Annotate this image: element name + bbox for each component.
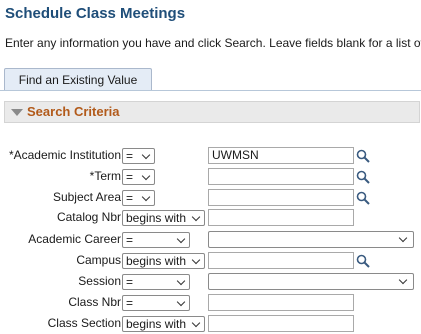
chevron-down-icon xyxy=(141,171,151,181)
academic-career-select[interactable] xyxy=(208,231,414,248)
chevron-down-icon xyxy=(176,297,186,307)
catalog-nbr-input[interactable] xyxy=(208,209,354,226)
chevron-down-icon xyxy=(176,234,186,244)
chevron-down-icon xyxy=(398,233,408,243)
campus-label: Campus xyxy=(76,253,121,267)
academic-institution-label: *Academic Institution xyxy=(8,148,121,162)
class-section-input[interactable] xyxy=(208,315,354,332)
magnifier-icon[interactable] xyxy=(356,191,370,205)
academic-career-operator-value: = xyxy=(126,233,134,247)
campus-operator[interactable]: begins with xyxy=(122,253,205,269)
chevron-down-icon xyxy=(141,150,151,160)
search-criteria-title: Search Criteria xyxy=(27,104,120,119)
catalog-nbr-label: Catalog Nbr xyxy=(56,210,121,224)
class-section-operator[interactable]: begins with xyxy=(122,316,205,332)
subject-area-operator-value: = xyxy=(126,191,134,205)
magnifier-icon[interactable] xyxy=(356,254,370,268)
catalog-nbr-operator-value: begins with xyxy=(126,211,187,225)
magnifier-icon[interactable] xyxy=(356,149,370,163)
session-select[interactable] xyxy=(208,273,414,290)
chevron-down-icon xyxy=(191,255,201,265)
term-operator[interactable]: = xyxy=(122,169,155,185)
academic-institution-input[interactable]: UWMSN xyxy=(208,147,354,164)
campus-input[interactable] xyxy=(208,252,354,269)
session-label: Session xyxy=(78,274,121,288)
chevron-down-icon xyxy=(191,318,201,328)
chevron-down-icon xyxy=(191,212,201,222)
subject-area-input[interactable] xyxy=(208,189,354,206)
term-label: *Term xyxy=(89,169,121,183)
subject-area-label: Subject Area xyxy=(52,190,121,204)
class-nbr-operator-value: = xyxy=(126,296,134,310)
campus-operator-value: begins with xyxy=(126,254,187,268)
triangle-down-icon xyxy=(11,109,23,116)
class-nbr-operator[interactable]: = xyxy=(122,295,190,311)
page-title: Schedule Class Meetings xyxy=(5,5,186,22)
session-operator[interactable]: = xyxy=(122,274,190,290)
subject-area-operator[interactable]: = xyxy=(122,190,155,206)
class-nbr-input[interactable] xyxy=(208,294,354,311)
session-operator-value: = xyxy=(126,275,134,289)
chevron-down-icon xyxy=(176,276,186,286)
class-section-label: Class Section xyxy=(47,316,121,330)
chevron-down-icon xyxy=(398,275,408,285)
chevron-down-icon xyxy=(141,192,151,202)
class-section-operator-value: begins with xyxy=(126,317,187,331)
academic-institution-operator[interactable]: = xyxy=(122,148,155,164)
academic-career-label: Academic Career xyxy=(28,232,121,246)
term-input[interactable] xyxy=(208,168,354,185)
tab-strip: Find an Existing Value xyxy=(0,68,421,92)
class-nbr-label: Class Nbr xyxy=(68,295,121,309)
instructions-text: Enter any information you have and click… xyxy=(5,36,421,50)
magnifier-icon[interactable] xyxy=(356,170,370,184)
academic-career-operator[interactable]: = xyxy=(122,232,190,248)
term-operator-value: = xyxy=(126,170,134,184)
search-criteria-header[interactable]: Search Criteria xyxy=(4,101,420,123)
catalog-nbr-operator[interactable]: begins with xyxy=(122,210,205,226)
academic-institution-operator-value: = xyxy=(126,149,134,163)
tab-find-existing-value[interactable]: Find an Existing Value xyxy=(4,68,152,90)
